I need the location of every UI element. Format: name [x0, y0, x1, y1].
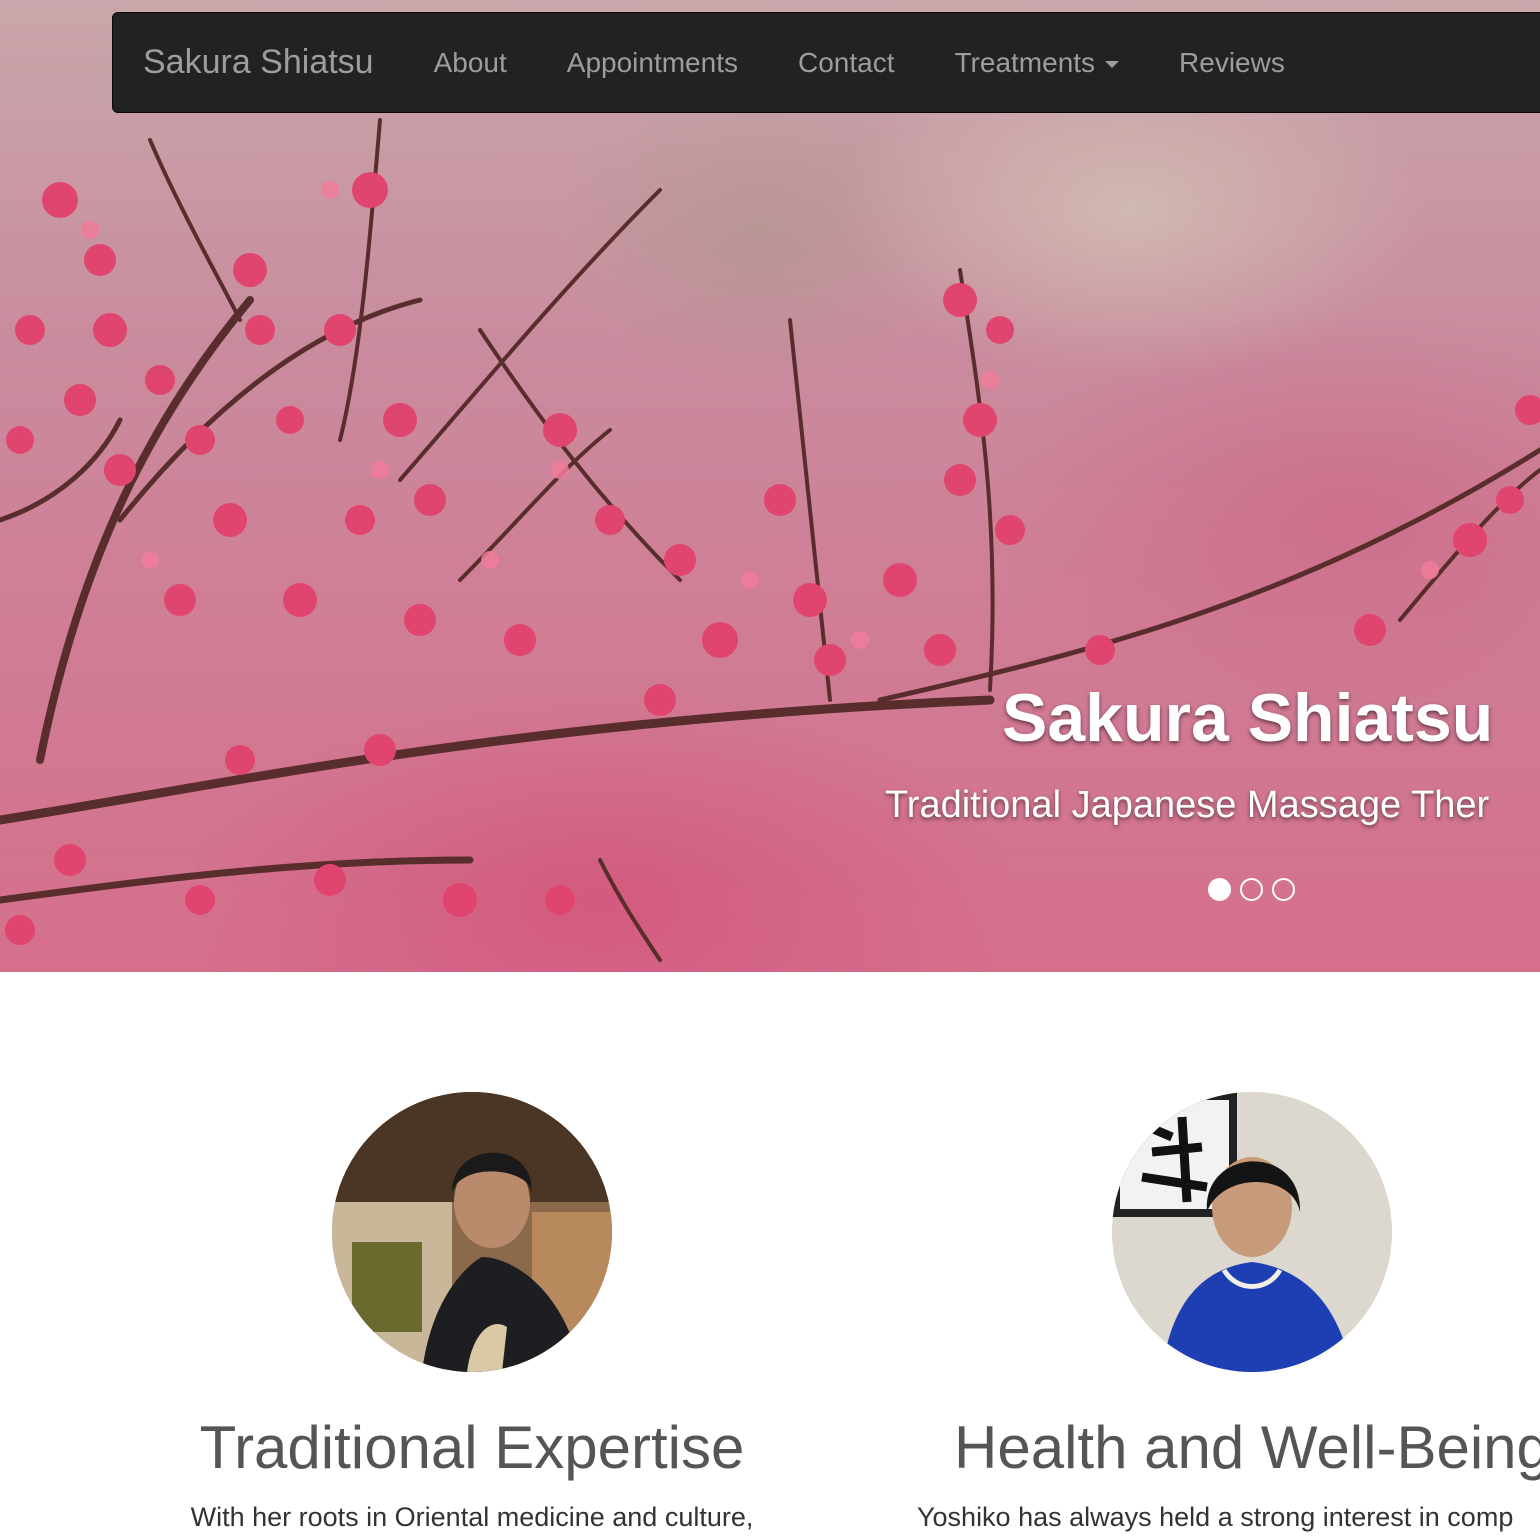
portrait-image: [332, 1092, 612, 1372]
feature-heading-1: Traditional Expertise: [199, 1414, 745, 1481]
feature-heading-2: Health and Well-Being: [954, 1414, 1540, 1481]
nav-link-treatments-label: Treatments: [954, 46, 1096, 78]
nav-link-reviews[interactable]: Reviews: [1179, 47, 1285, 79]
nav-link-about[interactable]: About: [434, 47, 507, 79]
carousel-indicator-2[interactable]: [1240, 878, 1263, 901]
carousel-indicators: [1208, 878, 1295, 901]
hero-carousel: Sakura Shiatsu Traditional Japanese Mass…: [0, 0, 1540, 972]
navbar: Sakura Shiatsu About Appointments Contac…: [112, 12, 1540, 113]
carousel-title: Sakura Shiatsu: [1002, 680, 1494, 756]
feature-text-2: Yoshiko has always held a strong interes…: [917, 1502, 1514, 1532]
nav-link-contact[interactable]: Contact: [798, 47, 895, 79]
avatar-yoshiko-blue: [1112, 1092, 1392, 1372]
portrait-image: [1112, 1092, 1392, 1372]
marketing-section: Traditional Expertise With her roots in …: [0, 972, 1540, 1540]
carousel-subtitle: Traditional Japanese Massage Ther: [885, 784, 1490, 826]
feature-text-1: With her roots in Oriental medicine and …: [190, 1502, 754, 1532]
nav-dropdown-treatments[interactable]: Treatments: [954, 46, 1120, 79]
navbar-brand[interactable]: Sakura Shiatsu: [143, 43, 374, 82]
nav-link-appointments[interactable]: Appointments: [567, 47, 738, 79]
carousel-indicator-3[interactable]: [1272, 878, 1295, 901]
caret-down-icon: [1105, 60, 1120, 68]
avatar-yoshiko-kimono: [332, 1092, 612, 1372]
carousel-indicator-1[interactable]: [1208, 878, 1231, 901]
carousel-caption: Sakura Shiatsu Traditional Japanese Mass…: [885, 680, 1540, 828]
